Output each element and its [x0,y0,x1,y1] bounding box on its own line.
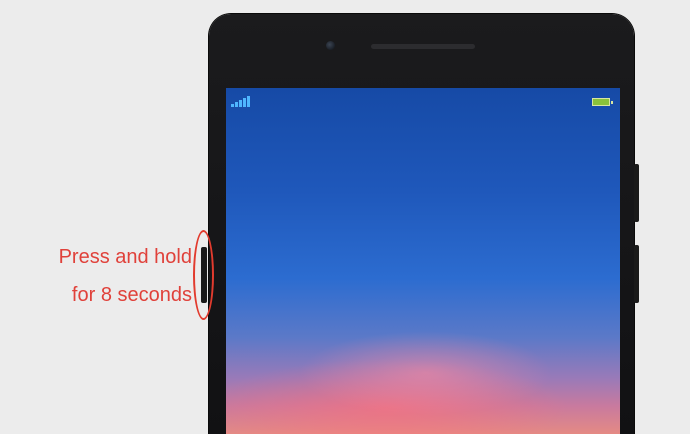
volume-down-button[interactable] [634,245,639,303]
volume-up-button[interactable] [634,164,639,222]
earpiece-speaker [371,44,475,49]
instruction-line-2: for 8 seconds [71,284,192,306]
battery-icon [592,98,613,106]
phone-device [209,14,634,434]
front-camera-icon [326,41,335,50]
power-button-highlight [193,230,214,320]
instruction-callout: Press and hold for 8 seconds [10,238,192,314]
signal-strength-icon [231,96,250,107]
phone-screen [226,88,620,434]
instruction-line-1: Press and hold [58,246,192,268]
